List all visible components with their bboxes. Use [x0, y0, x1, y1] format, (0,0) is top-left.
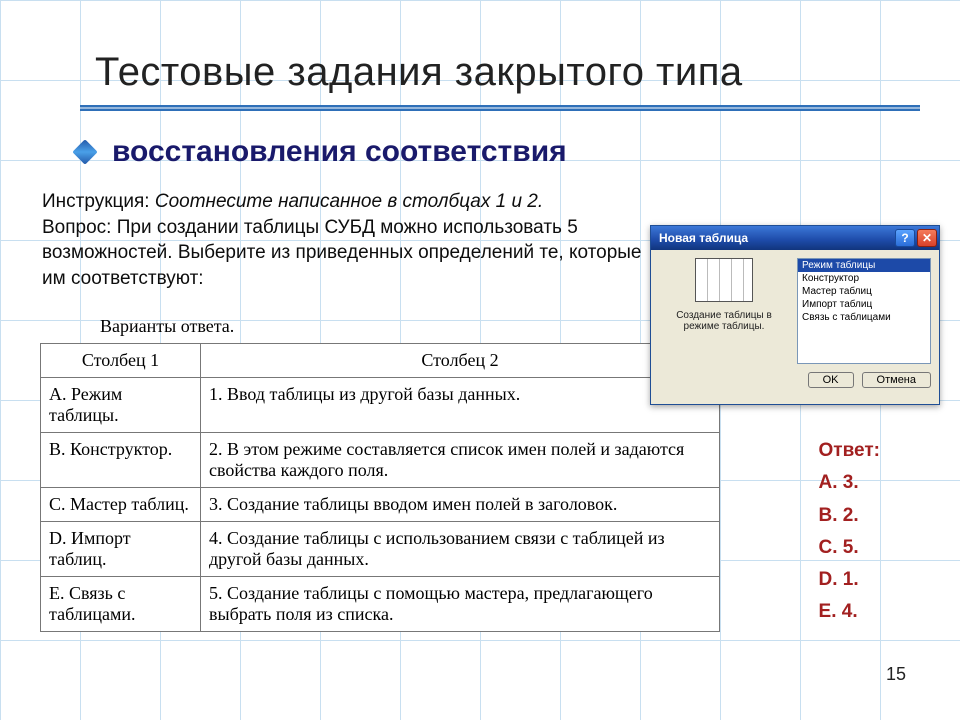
- answer-item: C. 5.: [819, 532, 880, 564]
- cell-c1: E. Связь с таблицами.: [41, 576, 201, 631]
- dialog-title: Новая таблица: [659, 231, 748, 245]
- cell-c1: C. Мастер таблиц.: [41, 487, 201, 521]
- table-row: C. Мастер таблиц. 3. Создание таблицы вв…: [41, 487, 720, 521]
- col1-header: Столбец 1: [41, 343, 201, 377]
- table-row: A. Режим таблицы. 1. Ввод таблицы из дру…: [41, 377, 720, 432]
- cell-c1: D. Импорт таблиц.: [41, 521, 201, 576]
- cancel-button[interactable]: Отмена: [862, 372, 931, 388]
- answer-item: E. 4.: [819, 596, 880, 628]
- list-item[interactable]: Мастер таблиц: [798, 285, 930, 298]
- cell-c2: 3. Создание таблицы вводом имен полей в …: [201, 487, 720, 521]
- dialog-list[interactable]: Режим таблицы Конструктор Мастер таблиц …: [797, 258, 931, 364]
- close-icon[interactable]: ✕: [917, 229, 937, 247]
- table-row: E. Связь с таблицами. 5. Создание таблиц…: [41, 576, 720, 631]
- instruction-label: Инструкция:: [42, 191, 150, 212]
- cell-c2: 2. В этом режиме составляется список име…: [201, 432, 720, 487]
- cell-c2: 4. Создание таблицы с использованием свя…: [201, 521, 720, 576]
- cell-c1: A. Режим таблицы.: [41, 377, 201, 432]
- list-item[interactable]: Импорт таблиц: [798, 298, 930, 311]
- instruction-text: Соотнесите написанное в столбцах 1 и 2.: [155, 191, 543, 212]
- list-item[interactable]: Режим таблицы: [798, 259, 930, 272]
- dialog-titlebar: Новая таблица ? ✕: [651, 226, 939, 250]
- answer-item: D. 1.: [819, 564, 880, 596]
- table-header-row: Столбец 1 Столбец 2: [41, 343, 720, 377]
- subtitle-row: восстановления соответствия: [76, 135, 920, 169]
- dialog-preview: Создание таблицы в режиме таблицы.: [659, 258, 789, 364]
- question-label: Вопрос:: [42, 217, 111, 238]
- dialog-body: Создание таблицы в режиме таблицы. Режим…: [651, 250, 939, 372]
- table-row: D. Импорт таблиц. 4. Создание таблицы с …: [41, 521, 720, 576]
- list-item[interactable]: Конструктор: [798, 272, 930, 285]
- new-table-dialog: Новая таблица ? ✕ Создание таблицы в реж…: [650, 225, 940, 405]
- col2-header: Столбец 2: [201, 343, 720, 377]
- variants-table: Столбец 1 Столбец 2 A. Режим таблицы. 1.…: [40, 343, 720, 632]
- cell-c2: 1. Ввод таблицы из другой базы данных.: [201, 377, 720, 432]
- page-title: Тестовые задания закрытого типа: [95, 50, 920, 95]
- title-rule: [80, 105, 920, 111]
- variants-caption: Варианты ответа.: [40, 310, 720, 343]
- dialog-caption: Создание таблицы в режиме таблицы.: [659, 310, 789, 332]
- subtitle: восстановления соответствия: [112, 135, 567, 169]
- cell-c1: B. Конструктор.: [41, 432, 201, 487]
- instruction-block: Инструкция: Соотнесите написанное в стол…: [42, 189, 642, 292]
- help-icon[interactable]: ?: [895, 229, 915, 247]
- table-thumb-icon: [695, 258, 753, 302]
- table-row: B. Конструктор. 2. В этом режиме составл…: [41, 432, 720, 487]
- diamond-bullet-icon: [72, 139, 97, 164]
- list-item[interactable]: Связь с таблицами: [798, 311, 930, 324]
- answer-key: Ответ: A. 3. B. 2. C. 5. D. 1. E. 4.: [819, 435, 880, 629]
- cell-c2: 5. Создание таблицы с помощью мастера, п…: [201, 576, 720, 631]
- variants-table-wrap: Варианты ответа. Столбец 1 Столбец 2 A. …: [40, 310, 720, 632]
- answer-item: B. 2.: [819, 500, 880, 532]
- answer-item: A. 3.: [819, 467, 880, 499]
- question-text: При создании таблицы СУБД можно использо…: [42, 217, 642, 289]
- page-number: 15: [886, 664, 906, 685]
- answer-label: Ответ:: [819, 435, 880, 467]
- dialog-buttons: OK Отмена: [651, 372, 939, 388]
- ok-button[interactable]: OK: [808, 372, 854, 388]
- slide: Тестовые задания закрытого типа восстано…: [0, 0, 960, 720]
